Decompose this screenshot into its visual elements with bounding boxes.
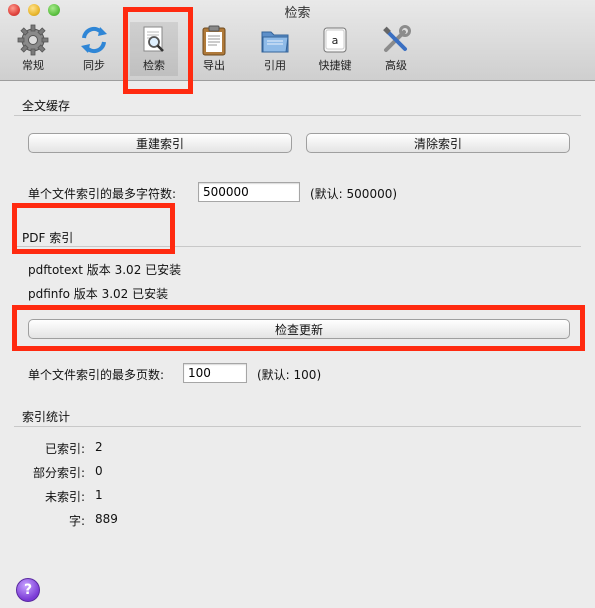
tab-label: 高级 xyxy=(385,59,407,72)
max-pages-input[interactable] xyxy=(183,363,247,383)
stats-section-title: 索引统计 xyxy=(22,410,71,424)
help-button[interactable]: ? xyxy=(16,578,40,602)
max-chars-default: (默认: 500000) xyxy=(310,187,398,201)
stat-unindexed-value: 1 xyxy=(95,488,103,502)
stat-indexed-value: 2 xyxy=(95,440,103,454)
key-glyph: a xyxy=(332,34,339,47)
tab-label: 同步 xyxy=(83,59,105,72)
stat-words-value: 889 xyxy=(95,512,118,526)
tab-label: 导出 xyxy=(203,59,225,72)
tab-general[interactable]: 常规 xyxy=(9,24,57,73)
tab-export[interactable]: 导出 xyxy=(190,24,238,73)
stat-words-label: 字: xyxy=(68,514,85,528)
sync-icon xyxy=(81,26,107,54)
tab-advanced[interactable]: 高级 xyxy=(372,24,420,73)
window-toolbar: 检索 常规 同步 检索 导出 引用 a 快捷键 高级 xyxy=(0,0,595,81)
tab-sync[interactable]: 同步 xyxy=(70,24,118,73)
fulltext-section-title: 全文缓存 xyxy=(22,99,71,113)
section-divider xyxy=(14,115,581,116)
max-chars-input[interactable] xyxy=(198,182,300,202)
highlight-pdf-title xyxy=(12,203,175,254)
stat-indexed-label: 已索引: xyxy=(44,442,85,456)
folder-icon xyxy=(261,31,289,53)
tab-label: 引用 xyxy=(264,59,286,72)
gear-icon xyxy=(17,24,49,56)
max-chars-label: 单个文件索引的最多字符数: xyxy=(28,187,177,201)
stat-unindexed-label: 未索引: xyxy=(44,490,85,504)
pdfinfo-status: pdfinfo 版本 3.02 已安装 xyxy=(28,287,169,301)
max-pages-default: (默认: 100) xyxy=(257,368,322,382)
tab-cite[interactable]: 引用 xyxy=(251,24,299,73)
tab-shortcuts[interactable]: a 快捷键 xyxy=(311,24,359,73)
tools-icon xyxy=(383,25,411,52)
highlight-search-tab xyxy=(123,7,193,94)
highlight-check-updates xyxy=(12,305,585,351)
tab-label: 快捷键 xyxy=(318,59,352,72)
pdftotext-status: pdftotext 版本 3.02 已安装 xyxy=(28,263,182,277)
stat-partial-value: 0 xyxy=(95,464,103,478)
clear-index-button[interactable]: 清除索引 xyxy=(306,133,570,153)
clipboard-icon xyxy=(202,25,226,56)
section-divider xyxy=(14,426,581,427)
stat-partial-label: 部分索引: xyxy=(32,466,85,480)
keyboard-key-icon: a xyxy=(323,27,347,53)
rebuild-index-button[interactable]: 重建索引 xyxy=(28,133,292,153)
window-title: 检索 xyxy=(284,6,311,21)
tab-label: 常规 xyxy=(22,59,44,72)
max-pages-label: 单个文件索引的最多页数: xyxy=(28,368,165,382)
